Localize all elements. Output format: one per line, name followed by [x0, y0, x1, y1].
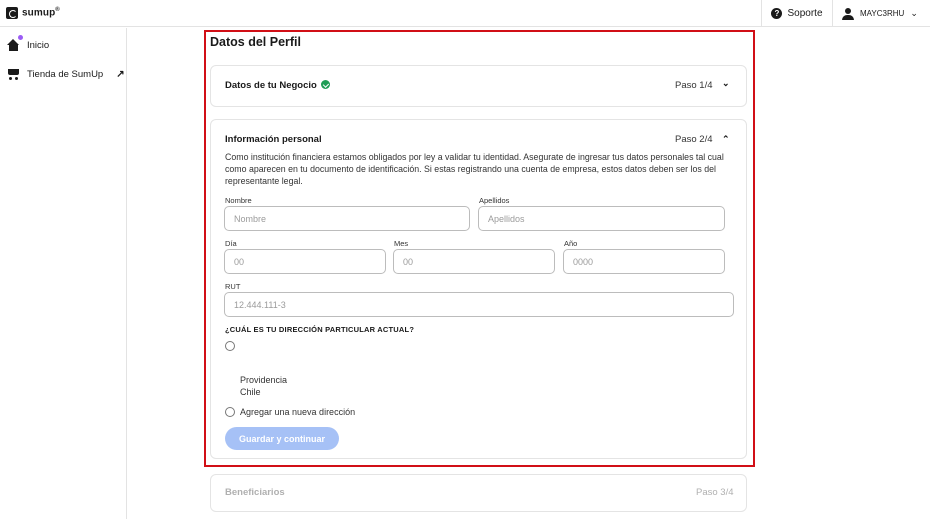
sidebar-item-label: Tienda de SumUp	[27, 68, 104, 80]
sumup-logo[interactable]: sumup®	[6, 7, 60, 19]
sidebar-item-label: Inicio	[27, 39, 50, 51]
address-city: Providencia	[240, 375, 288, 385]
new-address-radio[interactable]	[225, 407, 235, 417]
section-title: Datos de tu Negocio	[225, 80, 330, 91]
notification-dot	[18, 35, 23, 40]
section-step: Paso 2/4	[675, 134, 713, 145]
apellidos-label: Apellidos	[479, 196, 510, 205]
home-icon	[7, 35, 23, 51]
nombre-input[interactable]	[224, 206, 470, 231]
user-icon	[842, 7, 854, 20]
nombre-label: Nombre	[225, 196, 252, 205]
sidebar-item-inicio[interactable]: Inicio	[7, 35, 50, 51]
mes-input[interactable]	[393, 249, 555, 274]
dia-label: Día	[225, 239, 237, 248]
chevron-up-icon[interactable]: ⌃	[722, 134, 730, 145]
anio-label: Año	[564, 239, 578, 248]
support-button[interactable]: ? Soporte	[761, 0, 833, 27]
rut-input[interactable]	[224, 292, 734, 317]
sidebar-item-tienda[interactable]: Tienda de SumUp ↗	[7, 68, 125, 80]
support-label: Soporte	[787, 8, 823, 19]
check-circle-icon	[320, 80, 330, 89]
rut-label: RUT	[225, 282, 241, 291]
anio-input[interactable]	[563, 249, 725, 274]
section-title: Información personal	[225, 134, 322, 145]
page-title: Datos del Perfil	[210, 35, 301, 49]
user-name: MAYC3RHU	[860, 9, 905, 18]
help-icon: ?	[771, 8, 783, 19]
new-address-label[interactable]: Agregar una nueva dirección	[240, 407, 355, 417]
identity-description: Como institución financiera estamos obli…	[225, 152, 724, 186]
apellidos-input[interactable]	[478, 206, 725, 231]
sidebar: Inicio Tienda de SumUp ↗	[0, 28, 127, 519]
external-link-icon: ↗	[116, 68, 125, 80]
mes-label: Mes	[394, 239, 409, 248]
existing-address-radio[interactable]	[225, 341, 235, 351]
section-beneficiarios[interactable]: Beneficiarios Paso 3/4	[210, 474, 747, 512]
logo-registered-mark: ®	[55, 7, 60, 14]
section-title: Beneficiarios	[225, 487, 285, 498]
top-bar: sumup® ? Soporte MAYC3RHU ⌄	[0, 0, 930, 27]
chevron-down-icon: ⌄	[910, 8, 918, 18]
section-step: Paso 1/4	[675, 80, 713, 91]
save-continue-button[interactable]: Guardar y continuar	[225, 427, 339, 450]
logo-text: sumup	[22, 7, 56, 19]
address-question: ¿CUÁL ES TU DIRECCIÓN PARTICULAR ACTUAL?	[225, 325, 415, 334]
address-country: Chile	[240, 387, 261, 397]
user-menu[interactable]: MAYC3RHU ⌄	[842, 0, 918, 27]
chevron-down-icon[interactable]: ⌄	[722, 78, 730, 89]
section-step: Paso 3/4	[696, 487, 734, 498]
sumup-logo-icon	[6, 7, 18, 19]
dia-input[interactable]	[224, 249, 386, 274]
cart-icon	[7, 68, 20, 80]
